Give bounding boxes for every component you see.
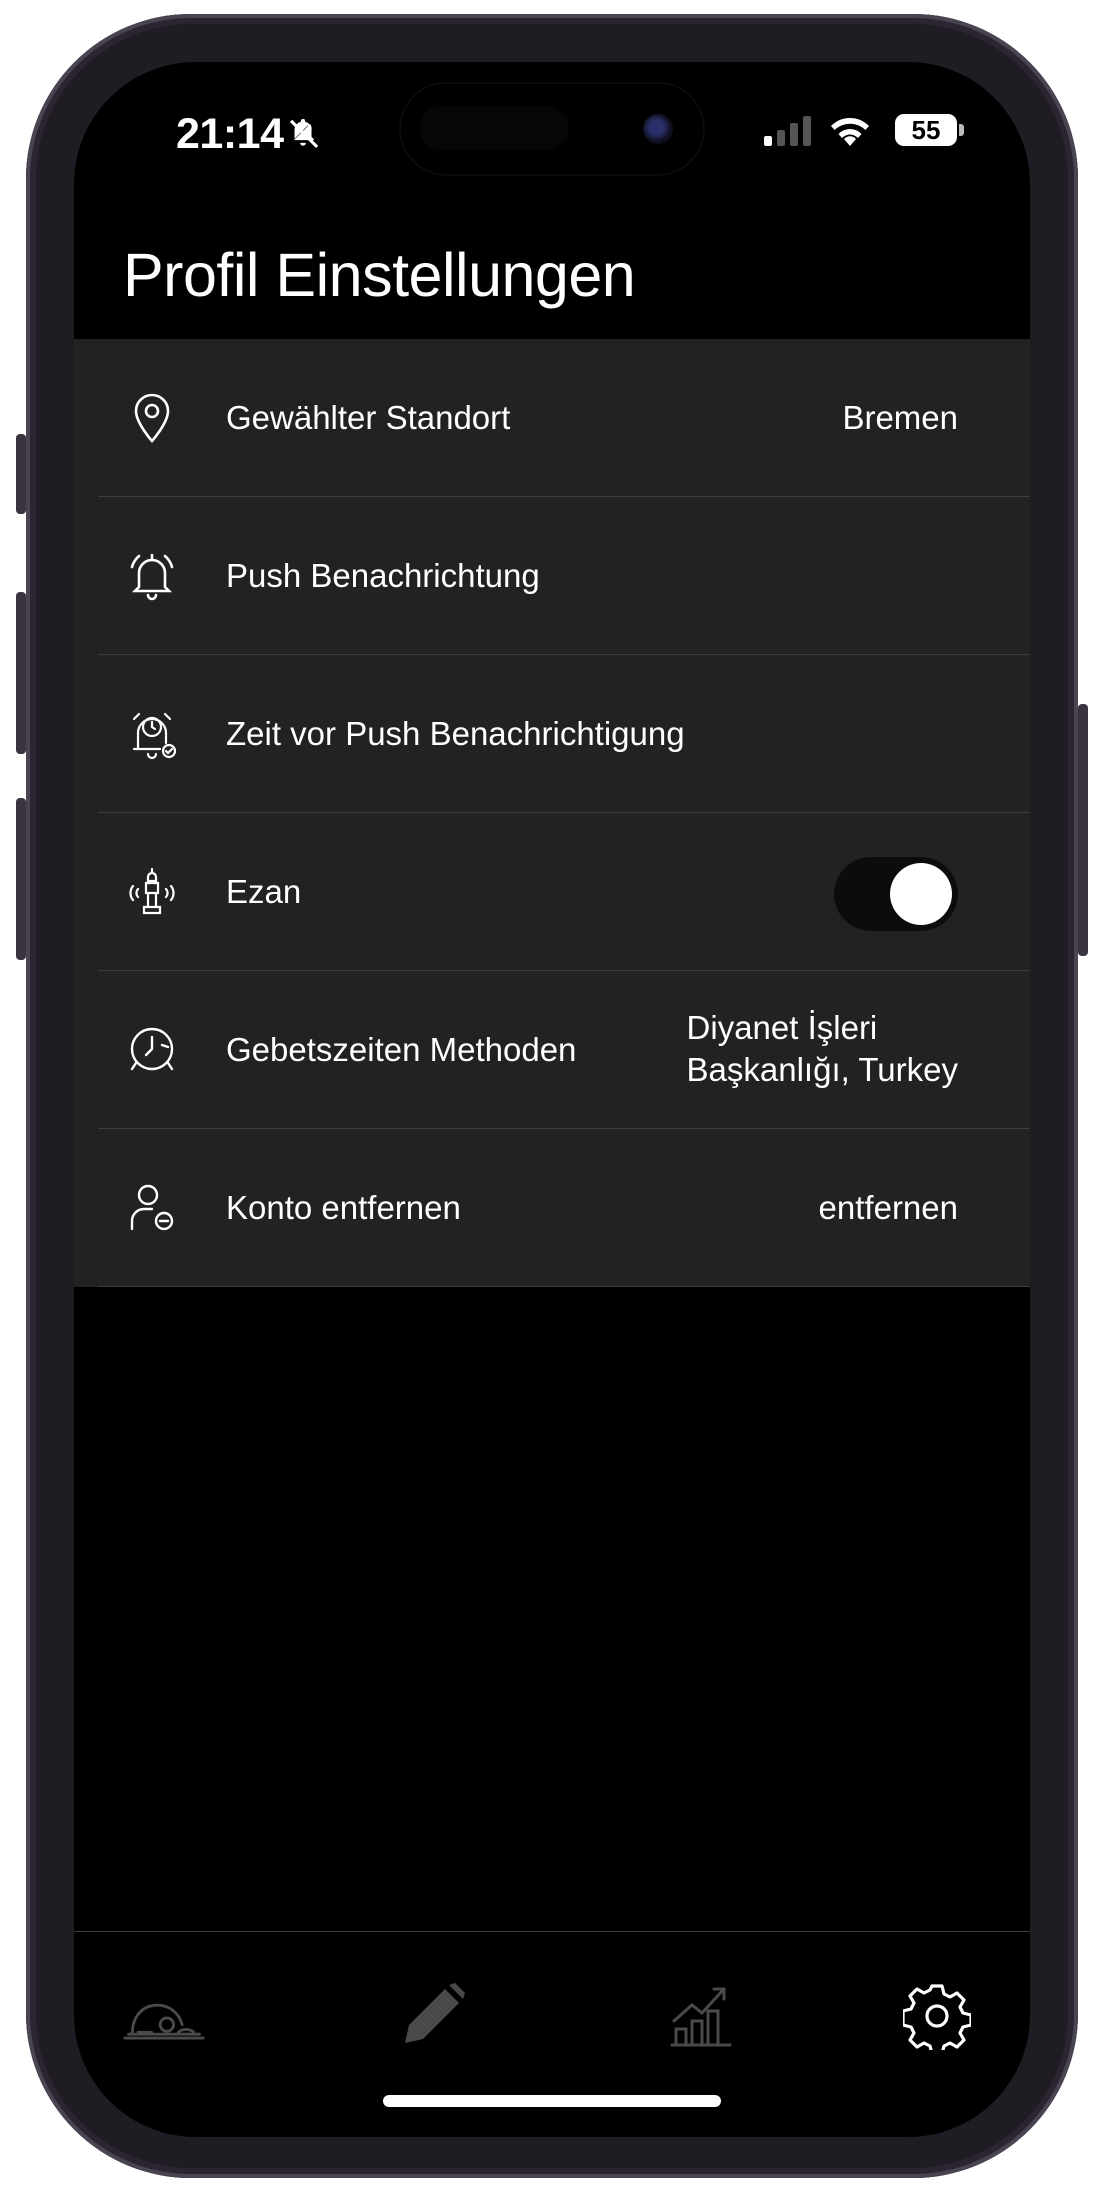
setting-label: Gebetszeiten Methoden [226, 1031, 577, 1068]
delete-account-link[interactable]: entfernen [819, 1129, 958, 1287]
clock-history-icon [130, 1027, 174, 1071]
wifi-icon [828, 112, 872, 153]
setting-location[interactable]: Gewählter Standort Bremen [74, 339, 1030, 497]
tab-edit[interactable] [387, 1976, 477, 2056]
growth-chart-icon [670, 1987, 732, 2047]
setting-value: Diyanet İşleri Başkanlığı, Turkey [686, 1009, 958, 1088]
divider [98, 1286, 1030, 1287]
status-time: 21:14 [176, 110, 284, 158]
cellular-signal-icon [764, 116, 812, 151]
setting-label: Ezan [226, 873, 302, 910]
page-title: Profil Einstellungen [123, 241, 636, 309]
power-button [1078, 704, 1088, 956]
setting-label: Zeit vor Push Benachrichtigung [226, 715, 685, 752]
setting-time-before-push[interactable]: Zeit vor Push Benachrichtigung [74, 655, 1030, 813]
minaret-speaker-icon [129, 867, 175, 915]
tab-prayer[interactable] [119, 1976, 209, 2056]
settings-list: Gewählter Standort Bremen Push Benachric… [74, 339, 1030, 1287]
volume-up-button [16, 592, 26, 754]
setting-push-notification[interactable]: Push Benachrichtung [74, 497, 1030, 655]
bell-icon [130, 553, 174, 601]
home-indicator[interactable] [383, 2095, 721, 2107]
ezan-toggle[interactable] [834, 857, 958, 931]
setting-label: Gewählter Standort [226, 399, 511, 436]
volume-down-button [16, 798, 26, 960]
setting-delete-account[interactable]: Konto entfernen entfernen [74, 1129, 1030, 1287]
prayer-person-icon [123, 2003, 205, 2040]
setting-label: Push Benachrichtung [226, 557, 540, 594]
setting-ezan[interactable]: Ezan [74, 813, 1030, 971]
setting-prayer-method[interactable]: Gebetszeiten Methoden Diyanet İşleri Baş… [74, 971, 1030, 1129]
action-button [16, 434, 26, 514]
setting-value: Bremen [842, 399, 958, 436]
pencil-icon [405, 1983, 465, 2043]
user-remove-icon [130, 1184, 174, 1231]
battery-indicator: 55 [895, 114, 957, 146]
bell-slash-icon [286, 116, 320, 155]
gear-icon [903, 1984, 971, 2050]
status-bar: 21:14 55 [74, 102, 1030, 158]
alarm-clock-bell-icon [132, 712, 177, 760]
battery-tip [959, 124, 964, 136]
location-pin-icon [134, 393, 170, 443]
tab-statistics[interactable] [656, 1976, 746, 2056]
setting-label: Konto entfernen [226, 1189, 461, 1226]
toggle-knob [890, 863, 952, 925]
tab-settings[interactable] [892, 1976, 982, 2056]
app-screen: 21:14 55 Profil Einstellungen Gewählter … [74, 62, 1030, 2137]
